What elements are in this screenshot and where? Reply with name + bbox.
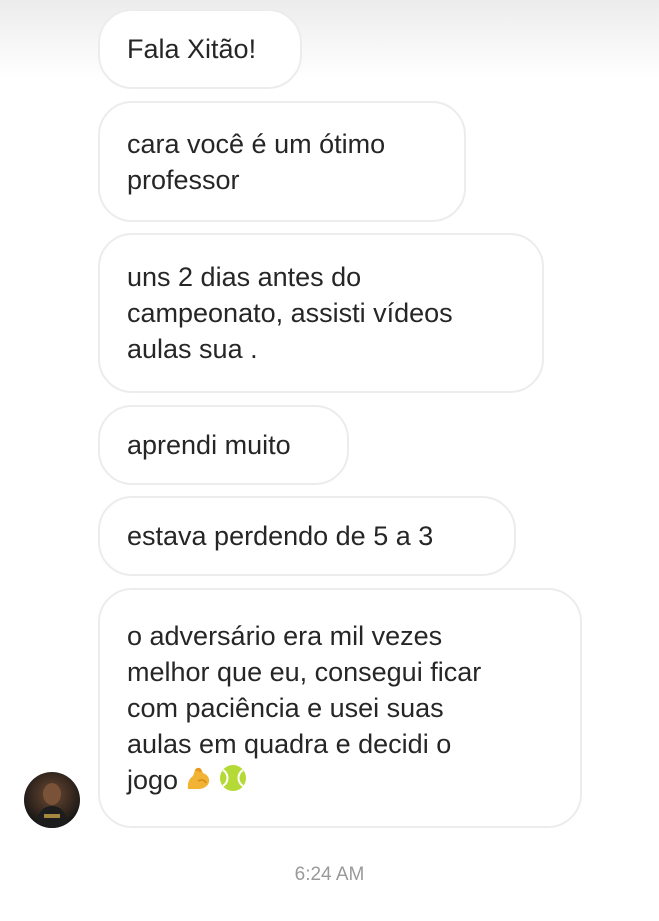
avatar[interactable] [24,772,80,828]
flexed-biceps-emoji [187,767,210,789]
message-text: o adversário era mil vezes melhor que eu… [127,621,482,795]
message-text: uns 2 dias antes do campeonato, assisti … [127,262,453,364]
message-bubble[interactable]: o adversário era mil vezes melhor que eu… [98,588,582,828]
message-bubble[interactable]: uns 2 dias antes do campeonato, assisti … [98,233,544,393]
message-timestamp: 6:24 AM [294,864,365,885]
message-bubble[interactable]: cara você é um ótimo professor [98,101,466,222]
message-bubble[interactable]: aprendi muito [98,405,349,485]
message-text: aprendi muito [127,430,291,460]
message-text: estava perdendo de 5 a 3 [127,521,434,551]
tennis-ball-emoji [220,765,247,791]
message-text: cara você é um ótimo professor [127,128,386,195]
message-bubble[interactable]: Fala Xitão! [98,9,302,89]
message-bubble[interactable]: estava perdendo de 5 a 3 [98,496,516,576]
message-text-with-emoji: o adversário era mil vezes melhor que eu… [127,618,481,798]
message-text: Fala Xitão! [127,34,257,64]
avatar-photo [36,783,68,828]
